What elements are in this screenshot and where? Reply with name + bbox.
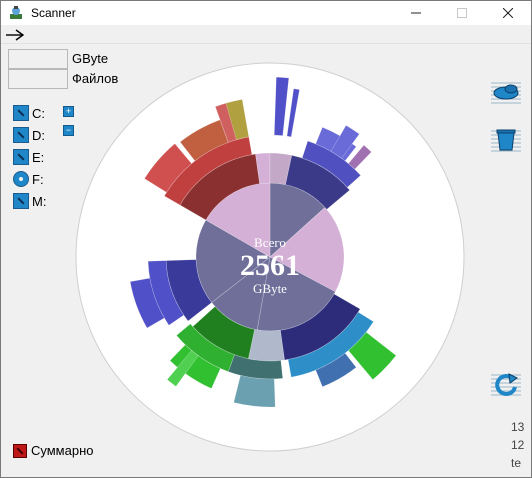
drive-item-c[interactable]: C:: [13, 105, 45, 121]
right-arrow-icon[interactable]: [5, 28, 27, 42]
side-number: te: [511, 456, 522, 470]
scanner-app-icon: [10, 6, 22, 19]
center-unit: GByte: [253, 281, 287, 296]
side-number: 13: [511, 420, 525, 434]
summary-label: Суммарно: [31, 443, 94, 458]
center-title: Всего: [254, 235, 286, 250]
side-number: 12: [511, 438, 525, 452]
drive-item-f[interactable]: F:: [13, 171, 44, 187]
toolbar: [1, 26, 531, 44]
drive-label: M:: [32, 193, 47, 209]
hard-drive-icon: [13, 127, 29, 143]
title-bar: Scanner: [1, 1, 531, 25]
drive-label: F:: [32, 171, 44, 187]
files-count-field: [8, 69, 68, 89]
minimize-button[interactable]: [393, 1, 439, 25]
sunburst-segment[interactable]: [233, 375, 276, 408]
drive-label: C:: [32, 105, 45, 121]
summary-icon: [13, 443, 27, 458]
scanner-window: Scanner GByte Файлов C: D: E: F: M: + − …: [0, 0, 532, 478]
drive-item-e[interactable]: E:: [13, 149, 44, 165]
disk-usage-sunburst: Всего 2561 GByte: [73, 46, 467, 468]
drive-item-m[interactable]: M:: [13, 193, 46, 209]
trash-icon[interactable]: [491, 125, 521, 155]
window-title: Scanner: [31, 6, 76, 20]
size-value-field: [8, 49, 68, 69]
hard-drive-icon: [13, 149, 29, 165]
hard-drive-icon: [13, 193, 29, 209]
summary-toggle[interactable]: Суммарно: [13, 443, 94, 458]
maximize-button: [439, 1, 485, 25]
close-button[interactable]: [485, 1, 531, 25]
drive-item-d[interactable]: D:: [13, 127, 45, 143]
drive-label: E:: [32, 149, 45, 165]
drive-label: D:: [32, 127, 45, 143]
disk-tool-icon[interactable]: [491, 77, 521, 107]
refresh-icon[interactable]: [491, 369, 521, 399]
sunburst-chart[interactable]: Всего 2561 GByte: [73, 46, 467, 468]
cd-drive-icon: [13, 171, 29, 187]
center-value: 2561: [240, 249, 300, 282]
hard-drive-icon: [13, 105, 29, 121]
